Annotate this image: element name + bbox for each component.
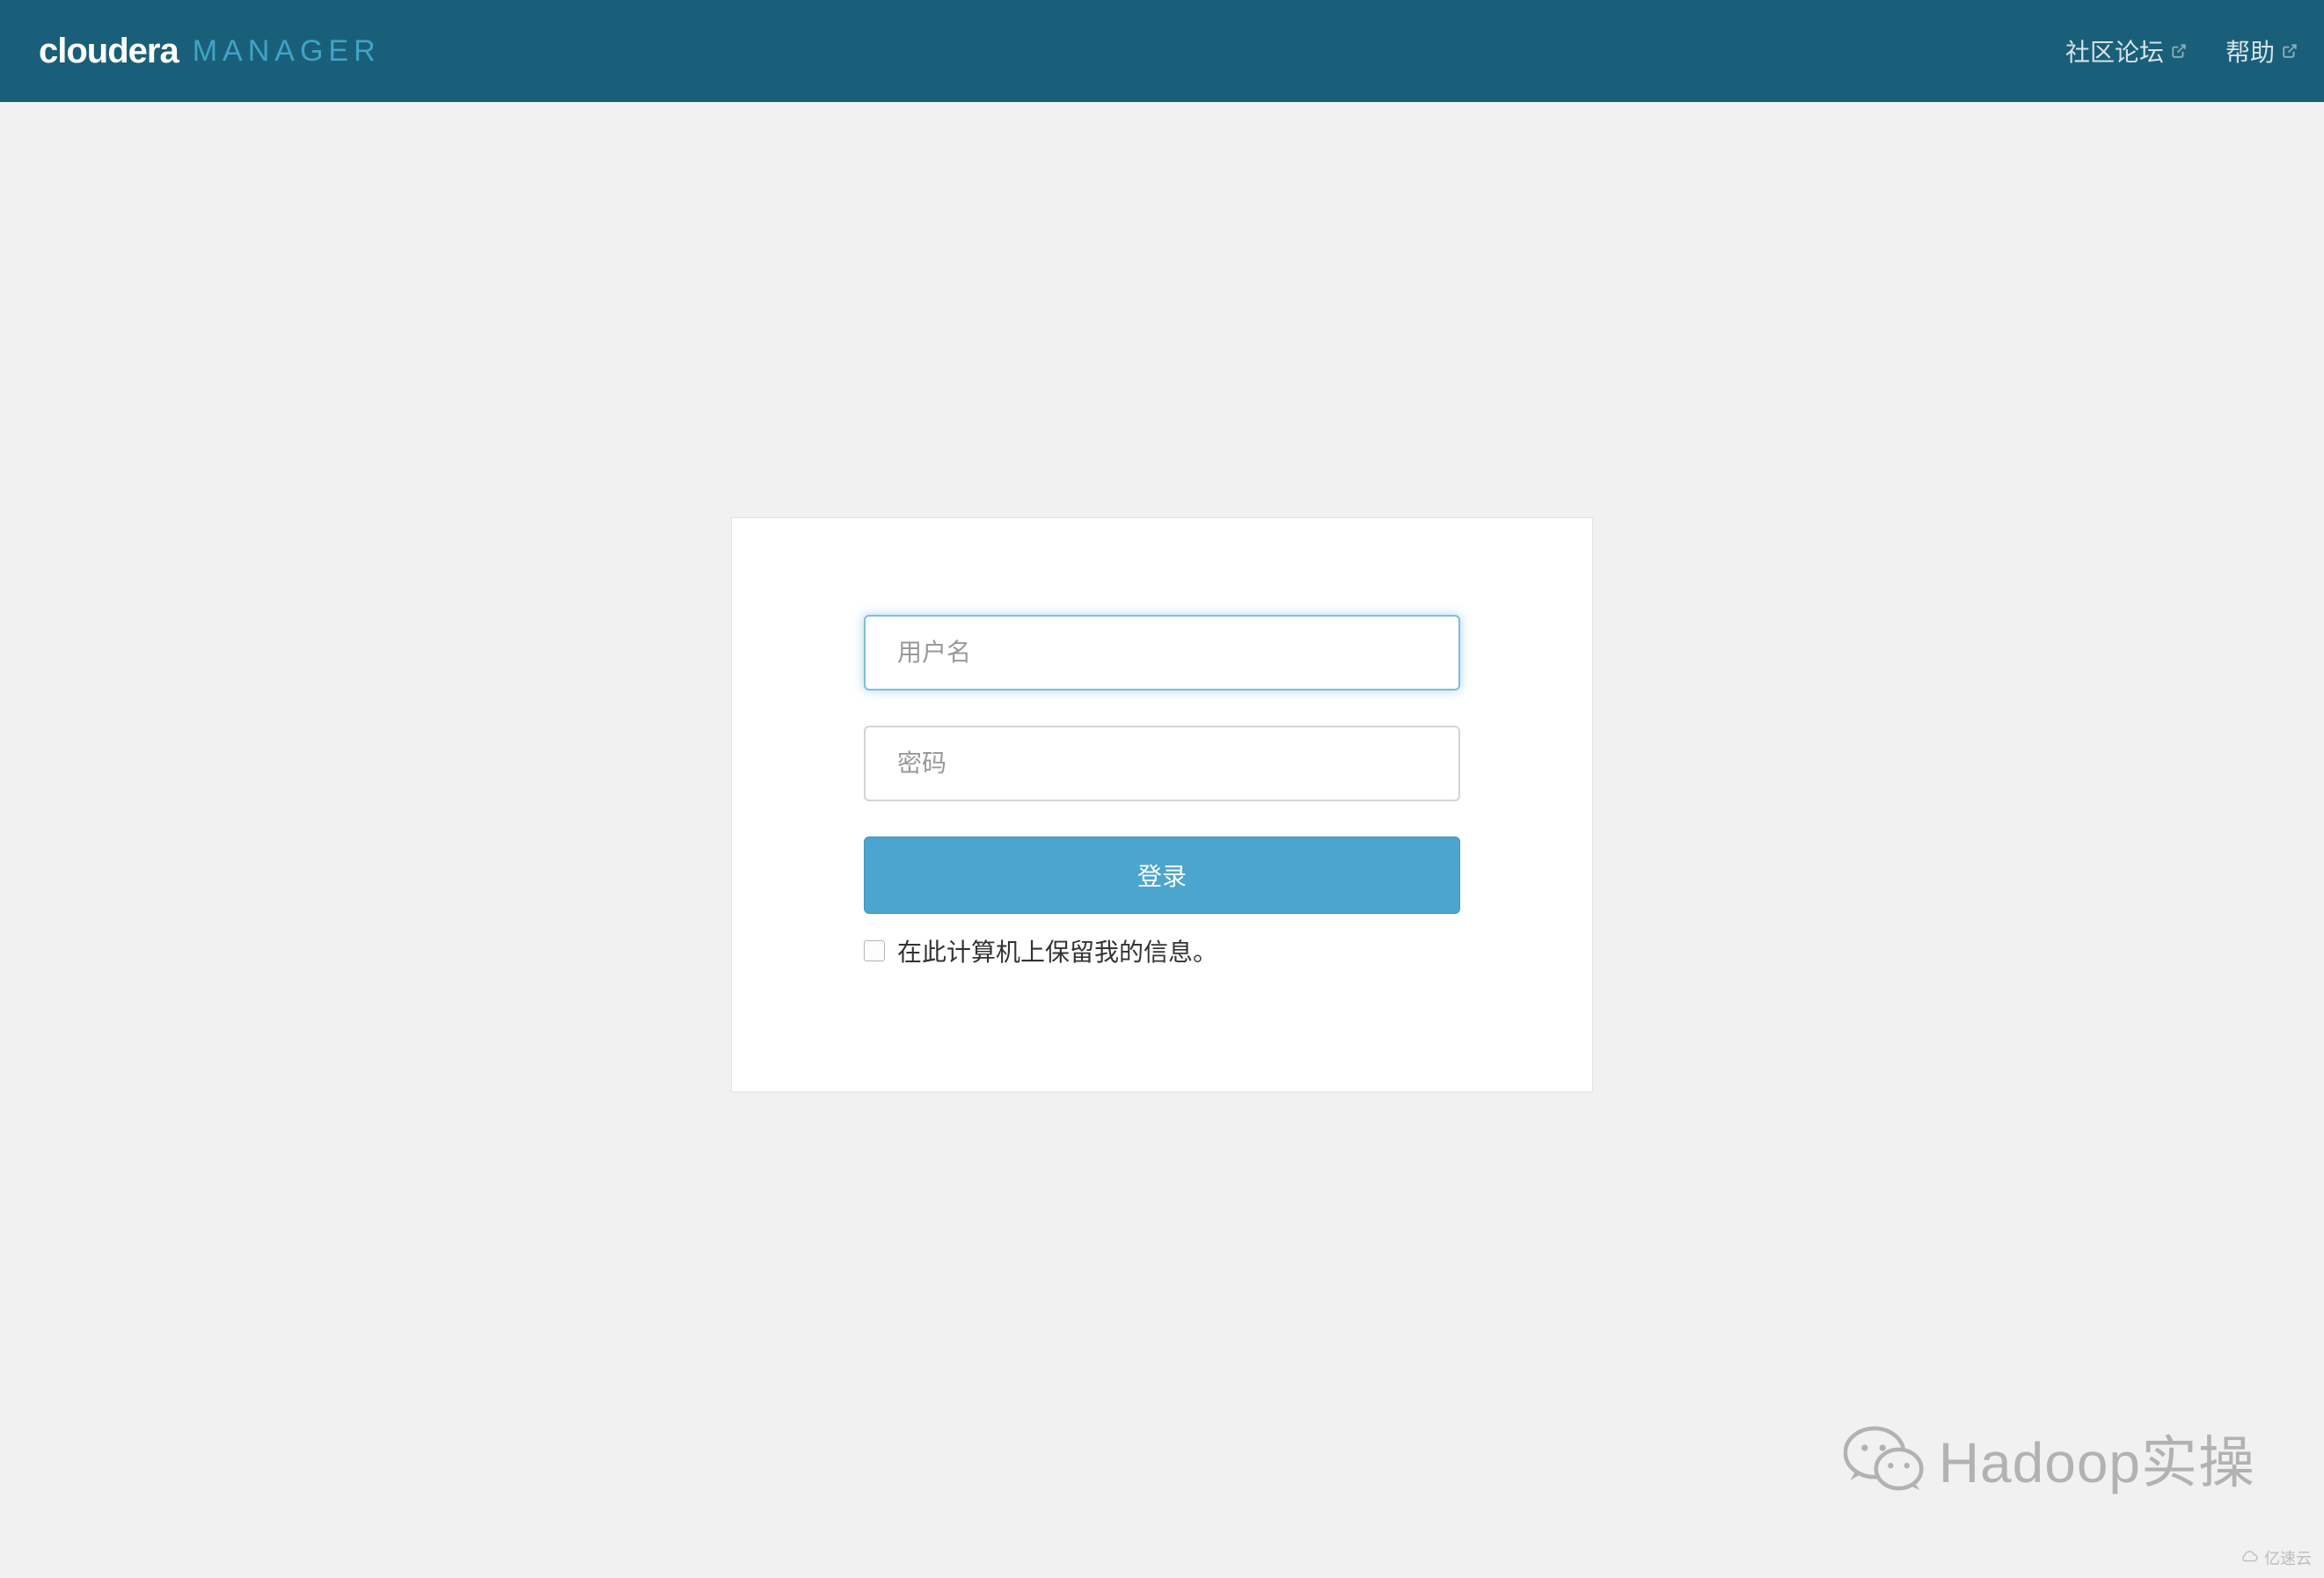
help-link-label: 帮助: [2225, 33, 2275, 69]
username-input[interactable]: [864, 615, 1460, 690]
password-input[interactable]: [864, 726, 1460, 801]
header-nav: 社区论坛 帮助: [2065, 33, 2298, 69]
logo-product: MANAGER: [193, 34, 381, 69]
header: cloudera MANAGER 社区论坛 帮助: [0, 0, 2324, 102]
remember-label: 在此计算机上保留我的信息。: [897, 933, 1217, 968]
logo: cloudera MANAGER: [39, 32, 381, 71]
watermark-small: 亿速云: [2240, 1546, 2312, 1569]
remember-row: 在此计算机上保留我的信息。: [864, 933, 1460, 968]
community-link[interactable]: 社区论坛: [2065, 33, 2187, 69]
external-link-icon: [2171, 43, 2187, 59]
external-link-icon: [2282, 43, 2298, 59]
watermark-small-text: 亿速云: [2264, 1546, 2312, 1569]
help-link[interactable]: 帮助: [2225, 33, 2298, 69]
login-card: 登录 在此计算机上保留我的信息。: [731, 517, 1593, 1092]
login-button[interactable]: 登录: [864, 836, 1460, 914]
cloud-icon: [2240, 1550, 2259, 1566]
logo-brand: cloudera: [39, 32, 179, 71]
wechat-icon: [1844, 1421, 1925, 1495]
watermark-main: Hadoop实操: [1844, 1418, 2255, 1499]
remember-checkbox[interactable]: [864, 940, 885, 961]
community-link-label: 社区论坛: [2065, 33, 2164, 69]
watermark-text: Hadoop实操: [1939, 1418, 2255, 1499]
main-content: 登录 在此计算机上保留我的信息。: [0, 102, 2324, 1092]
